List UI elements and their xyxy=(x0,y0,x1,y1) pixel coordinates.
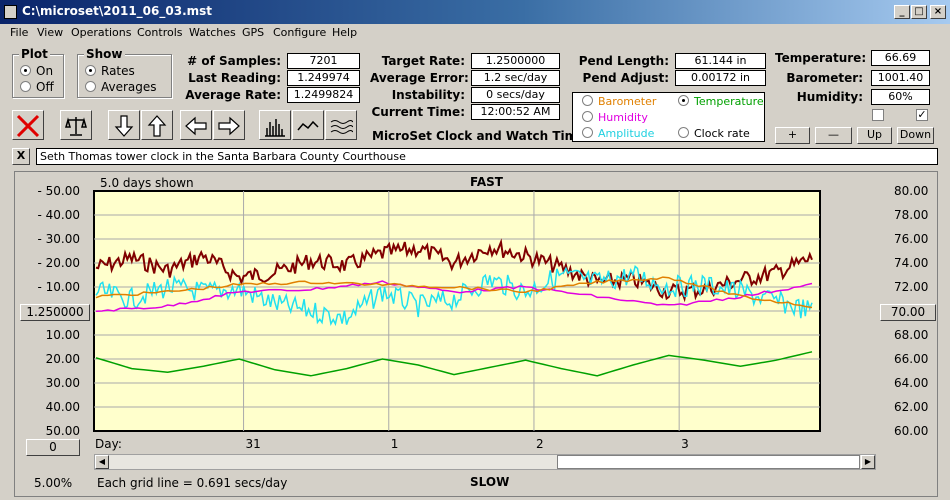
y-tick-label-left: 40.00 xyxy=(46,400,80,414)
x-tick-label: 2 xyxy=(536,437,544,451)
y-tick-label-right: 78.00 xyxy=(894,208,928,222)
x-tick-label: 1 xyxy=(391,437,399,451)
x-tick-label: 3 xyxy=(681,437,689,451)
y-tick-label-right: 64.00 xyxy=(894,376,928,390)
y-tick-label-left: 50.00 xyxy=(46,424,80,438)
y-tick-label-right: 60.00 xyxy=(894,424,928,438)
chart-svg: - 50.00 - 40.00 - 30.00 - 20.00 - 10.00 10.00… xyxy=(38,184,929,451)
y-tick-label-right: 74.00 xyxy=(894,256,928,270)
x-tick-label: 31 xyxy=(246,437,261,451)
y-tick-label-left: - 10.00 xyxy=(38,280,81,294)
y-tick-label-right: 80.00 xyxy=(894,184,928,198)
y-tick-label-right: 76.00 xyxy=(894,232,928,246)
y-tick-label-left: - 20.00 xyxy=(38,256,81,270)
y-tick-label-right: 62.00 xyxy=(894,400,928,414)
y-tick-label-left: - 30.00 xyxy=(38,232,81,246)
y-tick-label-left: - 50.00 xyxy=(38,184,81,198)
y-tick-label-right: 72.00 xyxy=(894,280,928,294)
y-tick-label-right: 68.00 xyxy=(894,328,928,342)
y-tick-label-left: 20.00 xyxy=(46,352,80,366)
y-tick-label-left: 30.00 xyxy=(46,376,80,390)
y-tick-label-left: - 40.00 xyxy=(38,208,81,222)
y-tick-label-left: 10.00 xyxy=(46,328,80,342)
y-tick-label-right: 66.00 xyxy=(894,352,928,366)
